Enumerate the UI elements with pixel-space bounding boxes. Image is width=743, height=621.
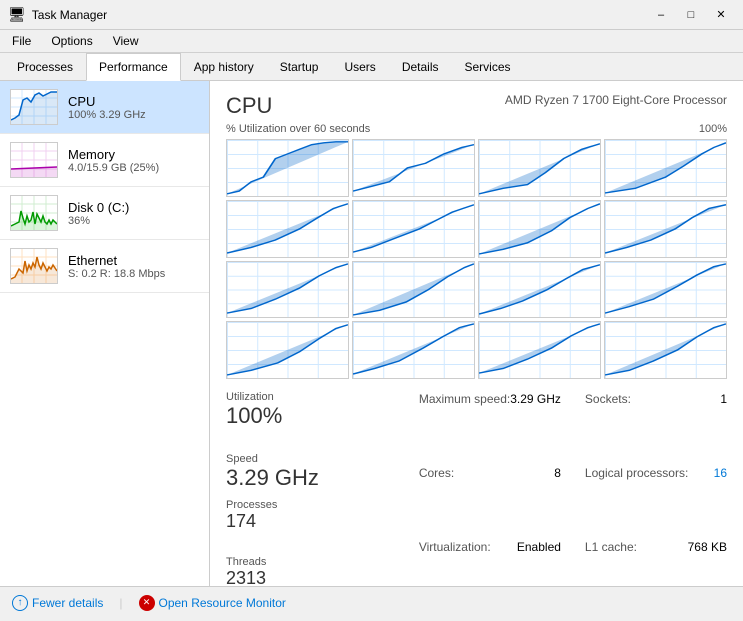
cpu-core-graph-4	[604, 139, 727, 197]
ethernet-mini-chart	[10, 248, 58, 284]
panel-header: CPU AMD Ryzen 7 1700 Eight-Core Processo…	[226, 93, 727, 119]
panel-title: CPU	[226, 93, 272, 119]
menu-view[interactable]: View	[109, 32, 143, 50]
fewer-details-button[interactable]: ↑ Fewer details	[12, 595, 103, 611]
tab-performance[interactable]: Performance	[86, 53, 181, 81]
ethernet-label: Ethernet	[68, 253, 199, 268]
sidebar-item-cpu[interactable]: CPU 100% 3.29 GHz	[0, 81, 209, 134]
cpu-panel: CPU AMD Ryzen 7 1700 Eight-Core Processo…	[210, 81, 743, 586]
processes-label: Processes	[226, 499, 306, 511]
cpu-core-graph-5	[226, 200, 349, 258]
processes-value: 174	[226, 511, 306, 532]
cpu-core-graph-12	[604, 261, 727, 319]
details-grid: Maximum speed: 3.29 GHz Sockets: 1 Cores…	[419, 391, 727, 586]
sidebar-item-ethernet[interactable]: Ethernet S: 0.2 R: 18.8 Mbps	[0, 240, 209, 293]
threads-value: 2313	[226, 568, 306, 586]
open-monitor-label: Open Resource Monitor	[159, 596, 286, 610]
cpu-label: CPU	[68, 94, 199, 109]
tab-processes[interactable]: Processes	[4, 53, 86, 81]
speed-stat: Speed 3.29 GHz	[226, 453, 319, 491]
stats-section: Utilization 100% Speed 3.29 GHz Processe…	[226, 391, 727, 586]
fewer-details-label: Fewer details	[32, 596, 103, 610]
ethernet-stat: S: 0.2 R: 18.8 Mbps	[68, 268, 199, 280]
maximize-button[interactable]: □	[677, 5, 705, 25]
separator: |	[119, 596, 122, 610]
disk-label: Disk 0 (C:)	[68, 200, 199, 215]
cpu-graph-grid	[226, 139, 727, 379]
detail-cores: Cores: 8	[419, 465, 561, 539]
detail-max-speed: Maximum speed: 3.29 GHz	[419, 391, 561, 465]
cpu-info: CPU 100% 3.29 GHz	[68, 94, 199, 121]
memory-mini-chart	[10, 142, 58, 178]
disk-info: Disk 0 (C:) 36%	[68, 200, 199, 227]
panel-subtitle: AMD Ryzen 7 1700 Eight-Core Processor	[505, 93, 727, 107]
title-bar: 🖥 Task Manager – □ ✕	[0, 0, 743, 30]
minimize-button[interactable]: –	[647, 5, 675, 25]
cpu-core-graph-8	[604, 200, 727, 258]
speed-label: Speed	[226, 453, 319, 465]
disk-stat: 36%	[68, 215, 199, 227]
util-label: % Utilization over 60 seconds 100%	[226, 123, 727, 135]
processes-stat: Processes 174	[226, 499, 306, 532]
utilization-label: Utilization	[226, 391, 306, 403]
cpu-core-graph-7	[478, 200, 601, 258]
utilization-stat: Utilization 100%	[226, 391, 306, 429]
speed-value: 3.29 GHz	[226, 465, 319, 491]
tab-startup[interactable]: Startup	[267, 53, 332, 81]
tab-app-history[interactable]: App history	[181, 53, 267, 81]
cpu-core-graph-10	[352, 261, 475, 319]
tab-users[interactable]: Users	[331, 53, 388, 81]
cpu-core-graph-11	[478, 261, 601, 319]
menu-bar: File Options View	[0, 30, 743, 53]
cpu-core-graph-3	[478, 139, 601, 197]
menu-options[interactable]: Options	[47, 32, 96, 50]
cpu-core-graph-14	[352, 321, 475, 379]
cpu-core-graph-1	[226, 139, 349, 197]
left-stats: Utilization 100% Speed 3.29 GHz Processe…	[226, 391, 403, 586]
memory-label: Memory	[68, 147, 199, 162]
tab-services[interactable]: Services	[452, 53, 524, 81]
open-monitor-icon: ✕	[139, 595, 155, 611]
sidebar: CPU 100% 3.29 GHz Memor	[0, 81, 210, 586]
close-button[interactable]: ✕	[707, 5, 735, 25]
cpu-core-graph-15	[478, 321, 601, 379]
memory-info: Memory 4.0/15.9 GB (25%)	[68, 147, 199, 174]
cpu-core-graph-16	[604, 321, 727, 379]
cpu-core-graph-2	[352, 139, 475, 197]
threads-stat: Threads 2313	[226, 556, 306, 586]
app-title: Task Manager	[32, 8, 107, 22]
memory-stat: 4.0/15.9 GB (25%)	[68, 162, 199, 174]
tab-details[interactable]: Details	[389, 53, 452, 81]
bottom-bar: ↑ Fewer details | ✕ Open Resource Monito…	[0, 586, 743, 618]
sidebar-item-disk[interactable]: Disk 0 (C:) 36%	[0, 187, 209, 240]
app-icon: 🖥	[8, 6, 26, 23]
detail-l1-cache: L1 cache: 768 KB	[585, 539, 727, 586]
detail-virtualization: Virtualization: Enabled	[419, 539, 561, 586]
main-content: CPU 100% 3.29 GHz Memor	[0, 81, 743, 586]
utilization-value: 100%	[226, 403, 306, 429]
sidebar-item-memory[interactable]: Memory 4.0/15.9 GB (25%)	[0, 134, 209, 187]
cpu-mini-chart	[10, 89, 58, 125]
threads-label: Threads	[226, 556, 306, 568]
tab-bar: Processes Performance App history Startu…	[0, 53, 743, 81]
disk-mini-chart	[10, 195, 58, 231]
detail-sockets: Sockets: 1	[585, 391, 727, 465]
cpu-stat: 100% 3.29 GHz	[68, 109, 199, 121]
open-monitor-button[interactable]: ✕ Open Resource Monitor	[139, 595, 286, 611]
cpu-core-graph-13	[226, 321, 349, 379]
fewer-details-icon: ↑	[12, 595, 28, 611]
detail-logical-processors: Logical processors: 16	[585, 465, 727, 539]
cpu-core-graph-6	[352, 200, 475, 258]
menu-file[interactable]: File	[8, 32, 35, 50]
cpu-core-graph-9	[226, 261, 349, 319]
ethernet-info: Ethernet S: 0.2 R: 18.8 Mbps	[68, 253, 199, 280]
